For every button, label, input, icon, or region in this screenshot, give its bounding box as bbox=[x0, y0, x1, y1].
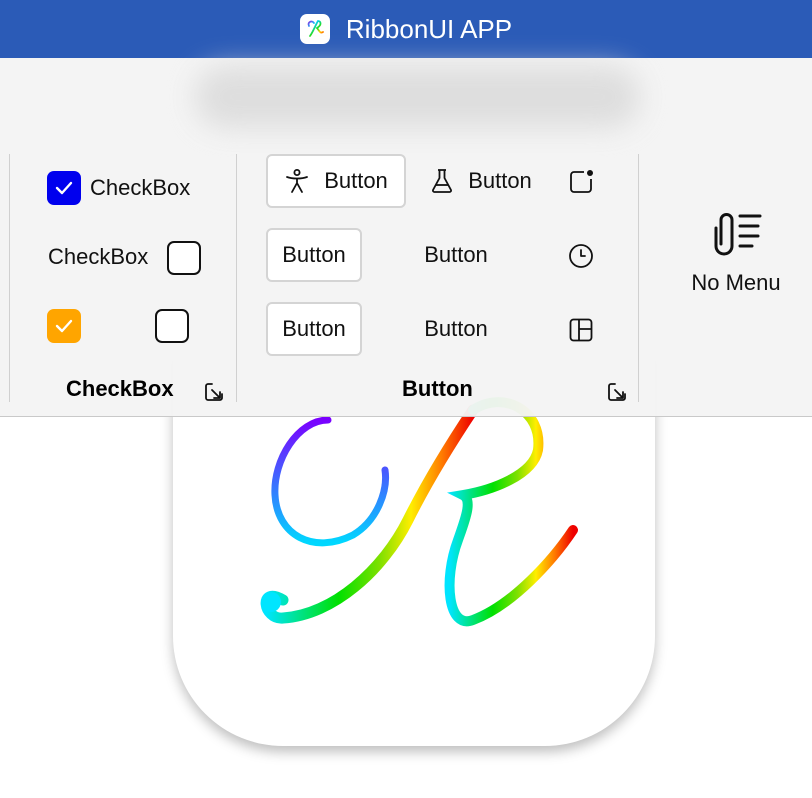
flask-button[interactable]: Button bbox=[412, 154, 550, 208]
button-label: Button bbox=[282, 242, 346, 267]
layout-icon bbox=[569, 318, 593, 342]
check-icon bbox=[55, 181, 73, 195]
check-icon bbox=[55, 319, 73, 333]
layout-button[interactable] bbox=[566, 315, 596, 345]
button-bordered-2[interactable]: Button bbox=[266, 228, 362, 282]
no-menu-label: No Menu bbox=[691, 270, 781, 295]
button-group-title: Button bbox=[402, 376, 473, 401]
group-separator bbox=[236, 154, 237, 402]
window-title: RibbonUI APP bbox=[345, 13, 513, 44]
button-label: Button bbox=[282, 316, 346, 341]
checkbox-group-title: CheckBox bbox=[66, 376, 174, 401]
button-label: Button bbox=[324, 168, 388, 193]
checkbox-4[interactable] bbox=[155, 309, 189, 343]
button-label: Button bbox=[424, 316, 488, 341]
checkbox-2[interactable] bbox=[167, 241, 201, 275]
checkbox-1[interactable] bbox=[47, 171, 81, 205]
ribbon-tabs-blurred bbox=[195, 66, 640, 128]
checkbox-2-label[interactable]: CheckBox bbox=[48, 244, 148, 270]
flask-icon bbox=[430, 168, 454, 194]
clock-button[interactable] bbox=[566, 241, 596, 271]
clock-icon bbox=[569, 244, 593, 268]
button-bordered-3[interactable]: Button bbox=[266, 302, 362, 356]
app-logo-icon bbox=[299, 14, 330, 44]
group-separator bbox=[9, 154, 10, 402]
ribbon: CheckBox CheckBox CheckBox Button Button… bbox=[0, 58, 812, 417]
checkbox-1-label[interactable]: CheckBox bbox=[90, 175, 190, 201]
group-separator bbox=[638, 154, 639, 402]
button-label: Button bbox=[468, 168, 532, 193]
checkbox-3[interactable] bbox=[47, 309, 81, 343]
button-plain-3[interactable]: Button bbox=[406, 302, 506, 356]
notification-square-button[interactable] bbox=[566, 167, 596, 197]
notification-square-icon bbox=[570, 170, 593, 193]
button-label: Button bbox=[424, 242, 488, 267]
button-plain-2[interactable]: Button bbox=[406, 228, 506, 282]
attach-text-icon bbox=[714, 213, 762, 256]
accessibility-icon bbox=[284, 168, 310, 194]
dialog-launcher-icon[interactable] bbox=[203, 381, 225, 403]
dialog-launcher-icon[interactable] bbox=[606, 381, 628, 403]
no-menu-button[interactable]: No Menu bbox=[660, 208, 812, 308]
accessibility-button[interactable]: Button bbox=[266, 154, 406, 208]
title-bar: RibbonUI APP bbox=[0, 0, 812, 58]
